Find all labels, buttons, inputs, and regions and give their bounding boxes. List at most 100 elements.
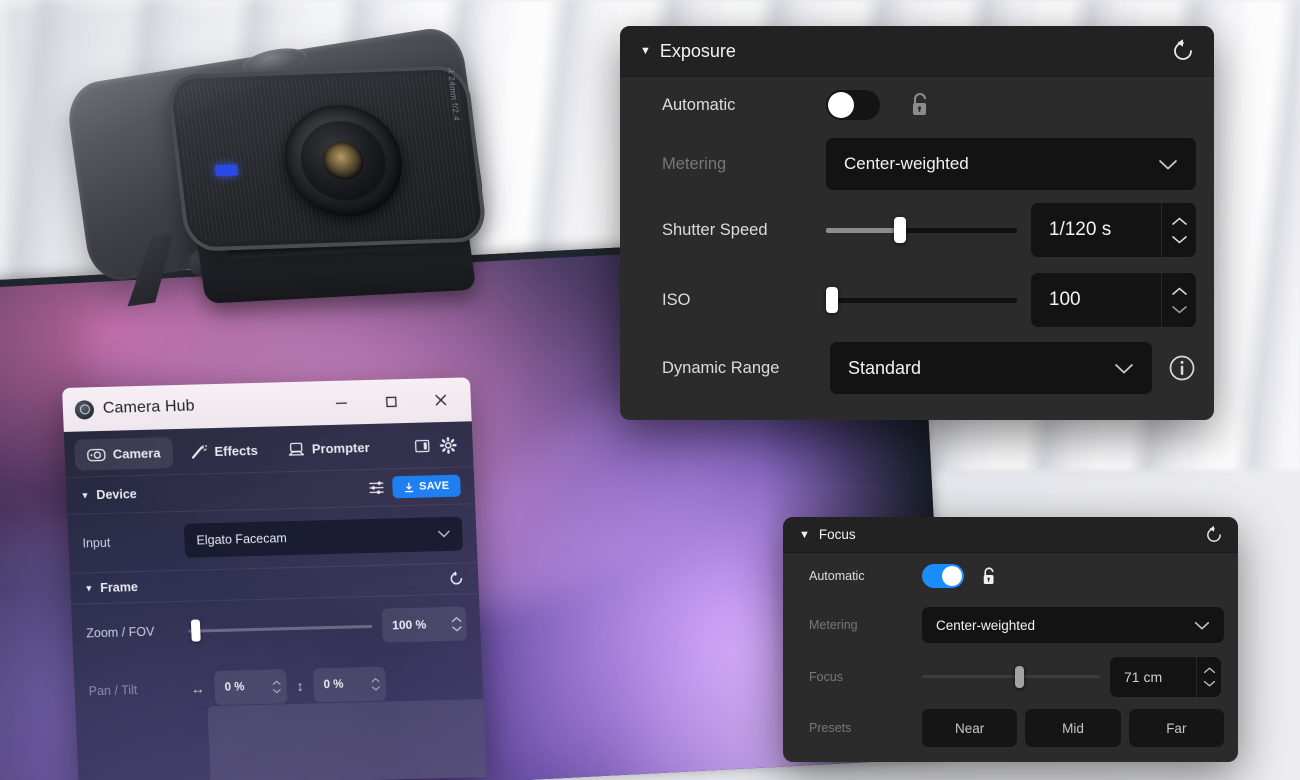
tab-camera-label: Camera — [112, 445, 161, 462]
focus-metering-select[interactable]: Center-weighted — [922, 607, 1224, 643]
reset-icon[interactable] — [448, 571, 465, 587]
webcam-front-face: 1080p60 HDR 24mm f/2.4 — [165, 64, 489, 252]
focus-panel-header[interactable]: ▼ Focus — [783, 517, 1238, 553]
exposure-metering-value: Center-weighted — [844, 154, 969, 173]
focus-metering-row: Metering Center-weighted — [783, 599, 1238, 651]
tilt-value: 0 % — [323, 678, 344, 692]
close-button[interactable] — [418, 380, 464, 421]
stepper-arrows[interactable] — [446, 606, 467, 640]
slider-handle[interactable] — [894, 217, 907, 243]
preset-near-label: Near — [955, 720, 985, 736]
exposure-caret-icon: ▼ — [640, 45, 651, 57]
iso-slider[interactable] — [826, 287, 1017, 313]
focus-lock-icon[interactable] — [980, 566, 998, 587]
pan-stepper[interactable]: 0 % — [213, 669, 288, 706]
exposure-panel-header[interactable]: ▼ Exposure — [620, 26, 1214, 77]
info-icon — [1169, 355, 1195, 381]
chevron-down-icon — [272, 688, 281, 693]
focus-automatic-row: Automatic — [783, 553, 1238, 599]
zoom-fov-value: 100 % — [391, 617, 427, 633]
focus-presets-label: Presets — [809, 721, 852, 735]
slider-handle[interactable] — [826, 287, 838, 313]
stepper-arrows[interactable] — [365, 667, 386, 701]
input-select-value: Elgato Facecam — [196, 531, 288, 548]
dynamic-range-info-button[interactable] — [1168, 354, 1196, 382]
unlocked-padlock-icon — [983, 566, 994, 584]
maximize-icon — [385, 396, 397, 407]
save-button[interactable]: SAVE — [391, 474, 461, 499]
chevron-down-icon — [1171, 235, 1187, 244]
slider-handle[interactable] — [1014, 665, 1024, 688]
exposure-metering-select[interactable]: Center-weighted — [826, 138, 1196, 190]
iso-value: 100 — [1048, 289, 1081, 310]
zoom-fov-slider[interactable] — [188, 618, 373, 642]
chevron-up-icon — [451, 616, 461, 622]
elgato-logo-icon — [74, 399, 95, 420]
webcam-lens-glass — [320, 141, 366, 181]
shutter-speed-stepper[interactable]: 1/120 s — [1030, 203, 1196, 257]
tilt-stepper[interactable]: 0 % — [312, 666, 387, 703]
stepper-arrows[interactable] — [1161, 203, 1196, 257]
dynamic-range-select[interactable]: Standard — [830, 342, 1152, 394]
panel-toggle-icon[interactable] — [414, 438, 430, 453]
focus-slider[interactable] — [922, 665, 1100, 688]
preset-near-button[interactable]: Near — [922, 709, 1018, 747]
exposure-reset-button[interactable] — [1170, 38, 1196, 64]
maximize-button[interactable] — [368, 381, 414, 422]
sliders-icon[interactable] — [368, 481, 385, 495]
chevron-up-icon — [371, 677, 380, 682]
chevron-down-icon — [371, 685, 380, 691]
input-row: Input Elgato Facecam — [67, 504, 477, 573]
slider-track — [922, 675, 1100, 678]
tab-effects[interactable]: Effects — [178, 435, 271, 468]
focus-automatic-toggle[interactable] — [922, 564, 964, 588]
exposure-panel-title: Exposure — [659, 40, 736, 61]
chevron-down-icon — [1114, 363, 1134, 374]
focus-distance-value: 71 cm — [1124, 668, 1163, 685]
preset-far-label: Far — [1166, 720, 1187, 736]
wand-icon — [191, 445, 207, 459]
exposure-automatic-label: Automatic — [662, 95, 736, 114]
toggle-knob — [942, 566, 962, 586]
shutter-speed-slider[interactable] — [826, 217, 1017, 243]
minimize-button[interactable] — [318, 382, 364, 423]
window-controls — [318, 378, 464, 426]
focus-reset-button[interactable] — [1204, 525, 1224, 545]
exposure-automatic-toggle[interactable] — [826, 90, 880, 120]
stepper-arrows[interactable] — [1161, 273, 1196, 327]
stepper-arrows[interactable] — [266, 669, 287, 703]
tab-prompter-label: Prompter — [311, 439, 370, 457]
unlocked-padlock-icon — [913, 93, 927, 115]
chevron-up-icon — [1171, 216, 1187, 225]
preset-mid-button[interactable]: Mid — [1025, 709, 1121, 747]
exposure-dynamic-range-label: Dynamic Range — [662, 358, 780, 377]
focus-presets-row: Presets Near Mid Far — [783, 702, 1238, 754]
slider-handle[interactable] — [190, 619, 201, 642]
window-title: Camera Hub — [102, 397, 195, 417]
exposure-iso-row: ISO 100 — [620, 265, 1214, 335]
tab-prompter[interactable]: Prompter — [275, 432, 382, 466]
stepper-arrows[interactable] — [1196, 656, 1221, 697]
preset-far-button[interactable]: Far — [1128, 709, 1224, 747]
save-button-label: SAVE — [418, 479, 450, 493]
device-caret-icon: ▼ — [80, 490, 90, 501]
focus-panel-title: Focus — [818, 527, 856, 542]
tab-camera[interactable]: Camera — [74, 437, 174, 471]
preview-placeholder-panel — [207, 699, 487, 780]
gear-icon[interactable] — [439, 437, 457, 454]
focus-distance-stepper[interactable]: 71 cm — [1110, 656, 1221, 697]
input-select[interactable]: Elgato Facecam — [183, 516, 464, 558]
exposure-metering-row: Metering Center-weighted — [620, 133, 1214, 195]
chevron-down-icon — [451, 625, 462, 632]
focus-automatic-label: Automatic — [809, 569, 865, 583]
iso-stepper[interactable]: 100 — [1030, 273, 1196, 327]
chevron-up-icon — [272, 680, 281, 685]
zoom-fov-stepper[interactable]: 100 % — [381, 606, 467, 643]
focus-distance-label: Focus — [809, 669, 844, 684]
slider-fill — [826, 227, 899, 233]
close-icon — [435, 394, 447, 406]
frame-section-title: Frame — [100, 580, 139, 596]
pan-horizontal-icon: ↔ — [190, 680, 206, 697]
exposure-lock-icon[interactable] — [908, 91, 932, 119]
exposure-iso-label: ISO — [662, 290, 691, 309]
